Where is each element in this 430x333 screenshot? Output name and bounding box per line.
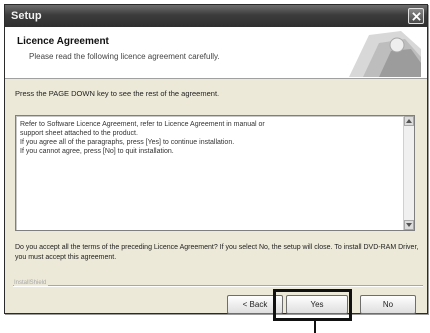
title-bar: Setup <box>5 5 427 27</box>
chevron-down-icon <box>406 223 412 227</box>
footer-divider <box>13 285 423 287</box>
accept-question: Do you accept all the terms of the prece… <box>15 244 419 261</box>
close-button[interactable] <box>408 8 424 24</box>
scroll-up-button[interactable] <box>404 116 414 126</box>
chevron-up-icon <box>406 119 412 123</box>
vertical-scrollbar[interactable] <box>403 116 414 230</box>
scroll-down-button[interactable] <box>404 220 414 230</box>
window-title: Setup <box>11 10 42 22</box>
close-icon <box>411 11 421 21</box>
callout-pointer-line <box>314 321 316 333</box>
license-line: support sheet attached to the product. <box>20 130 138 137</box>
header-panel: Licence Agreement Please read the follow… <box>5 27 427 79</box>
yes-highlight-callout <box>273 289 352 321</box>
license-textarea[interactable]: Refer to Software Licence Agreement, ref… <box>15 115 415 231</box>
license-text: Refer to Software Licence Agreement, ref… <box>20 120 400 156</box>
instruction-text: Press the PAGE DOWN key to see the rest … <box>15 89 220 98</box>
license-line: If you agree all of the paragraphs, pres… <box>20 139 235 146</box>
setup-dialog: Setup Licence Agreement Please read the … <box>4 4 428 314</box>
installer-brand: InstallShield <box>14 280 49 286</box>
page-subtitle: Please read the following licence agreem… <box>29 52 220 61</box>
setup-banner-graphic <box>339 29 421 77</box>
license-line: Refer to Software Licence Agreement, ref… <box>20 121 265 128</box>
license-line: If you cannot agree, press [No] to quit … <box>20 148 174 155</box>
no-button[interactable]: No <box>360 295 416 314</box>
page-title: Licence Agreement <box>17 36 109 47</box>
